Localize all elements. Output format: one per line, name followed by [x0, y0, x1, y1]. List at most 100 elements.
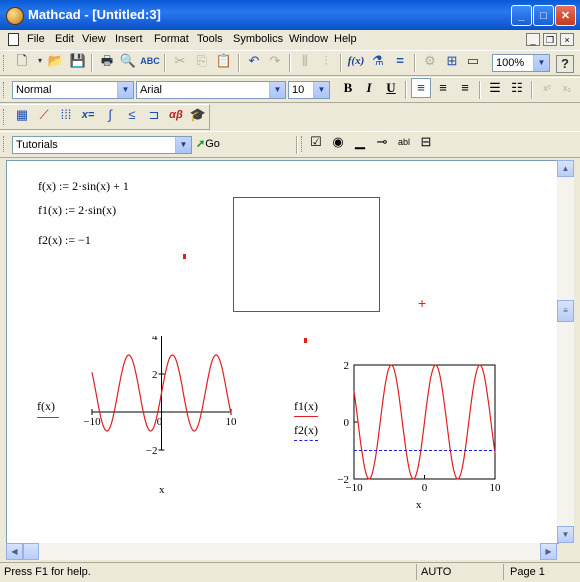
calculus-toolbar-icon[interactable]: ∫: [100, 105, 120, 125]
menu-window[interactable]: Window: [289, 33, 328, 45]
scroll-right-icon[interactable]: ▶: [540, 543, 557, 560]
menu-tools[interactable]: Tools: [197, 33, 223, 45]
menu-insert[interactable]: Insert: [115, 33, 143, 45]
redo-icon[interactable]: ↷: [265, 51, 285, 71]
document-icon[interactable]: [8, 33, 19, 46]
matrix-toolbar-icon[interactable]: ⁞⁞⁞: [56, 105, 76, 125]
menu-help[interactable]: Help: [334, 33, 357, 45]
listbox-control-icon[interactable]: ⊟: [416, 132, 436, 152]
textbox-control-icon[interactable]: abl: [394, 132, 414, 152]
bold-icon[interactable]: B: [338, 78, 358, 98]
cut-icon[interactable]: ✂: [170, 51, 190, 71]
slider-control-icon[interactable]: ⊸: [372, 132, 392, 152]
plot2-x-label[interactable]: x: [416, 499, 422, 511]
calculate-icon[interactable]: =: [390, 51, 410, 71]
bullets-icon[interactable]: ☰: [485, 78, 505, 98]
superscript-icon[interactable]: x²: [537, 78, 557, 98]
equation-f2[interactable]: f2(x) := −1: [38, 233, 91, 248]
chevron-down-icon[interactable]: ▼: [175, 137, 191, 153]
radio-control-icon[interactable]: ◉: [328, 132, 348, 152]
zoom-select[interactable]: 100% ▼: [492, 54, 550, 72]
chevron-down-icon[interactable]: ▼: [533, 55, 549, 71]
align-across-icon[interactable]: ⫼: [295, 51, 315, 71]
equation-f1[interactable]: f1(x) := 2·sin(x): [38, 203, 116, 218]
toolbar-grip[interactable]: [301, 136, 305, 152]
checkbox-control-icon[interactable]: ☑: [306, 132, 326, 152]
minimize-button[interactable]: _: [511, 5, 532, 26]
print-preview-icon[interactable]: 🔍: [118, 51, 138, 71]
insert-function-icon[interactable]: f(x): [346, 51, 366, 71]
pushbutton-control-icon[interactable]: ▁: [350, 132, 370, 152]
underline-icon[interactable]: U: [381, 78, 401, 98]
subscript-icon[interactable]: x₂: [557, 78, 577, 98]
scroll-down-icon[interactable]: ▼: [557, 526, 574, 543]
resource-center-icon[interactable]: ⊞: [442, 51, 462, 71]
scroll-up-icon[interactable]: ▲: [557, 160, 574, 177]
spellcheck-icon[interactable]: ABC: [140, 51, 160, 71]
copy-icon[interactable]: ⎘: [192, 51, 212, 71]
mdi-minimize-button[interactable]: _: [526, 33, 540, 46]
italic-icon[interactable]: I: [359, 78, 379, 98]
font-select[interactable]: Arial ▼: [136, 81, 286, 99]
mdi-close-button[interactable]: ×: [560, 33, 574, 46]
close-button[interactable]: ✕: [555, 5, 576, 26]
align-center-icon[interactable]: ≡: [433, 78, 453, 98]
plot2-trace1-label[interactable]: f1(x): [294, 399, 318, 414]
plot-f1-f2[interactable]: 20−2−10 0 10: [307, 351, 507, 501]
undo-icon[interactable]: ↶: [244, 51, 264, 71]
scroll-left-icon[interactable]: ◀: [6, 543, 23, 560]
go-button[interactable]: ➚Go: [196, 137, 220, 150]
menu-edit[interactable]: Edit: [55, 33, 74, 45]
vertical-scroll-thumb[interactable]: ≡: [557, 300, 574, 322]
boolean-toolbar-icon[interactable]: ≤: [122, 105, 142, 125]
vertical-scrollbar[interactable]: ▲ ≡ ▼: [557, 160, 574, 543]
graph-toolbar-icon[interactable]: ⟋: [34, 105, 54, 125]
toolbar-grip[interactable]: [3, 82, 7, 98]
placeholder-marker[interactable]: [304, 338, 307, 343]
placeholder-marker[interactable]: [183, 254, 186, 259]
chevron-down-icon[interactable]: ▼: [117, 82, 133, 98]
component-icon[interactable]: ⚙: [420, 51, 440, 71]
align-left-icon[interactable]: ≡: [411, 78, 431, 98]
window-icon[interactable]: ▭: [463, 51, 483, 71]
chevron-down-icon[interactable]: ▼: [269, 82, 285, 98]
plot1-x-label[interactable]: x: [159, 484, 165, 496]
evaluation-toolbar-icon[interactable]: x=: [78, 105, 98, 125]
open-icon[interactable]: 📂: [46, 51, 66, 71]
paste-icon[interactable]: 📋: [214, 51, 234, 71]
resources-select[interactable]: Tutorials ▼: [12, 136, 192, 154]
plot1-trace-label[interactable]: f(x): [37, 399, 55, 414]
toolbar-grip[interactable]: [3, 136, 7, 152]
save-icon[interactable]: 💾: [68, 51, 88, 71]
style-select[interactable]: Normal ▼: [12, 81, 134, 99]
mdi-restore-button[interactable]: ❐: [543, 33, 557, 46]
font-size-select[interactable]: 10 ▼: [288, 81, 330, 99]
empty-region-box[interactable]: [233, 197, 380, 312]
numbering-icon[interactable]: ☷: [507, 78, 527, 98]
chevron-down-icon[interactable]: ▼: [313, 82, 329, 98]
greek-toolbar-icon[interactable]: αβ: [166, 105, 186, 125]
calculator-toolbar-icon[interactable]: ▦: [12, 105, 32, 125]
plot-f[interactable]: 4 2 −2 −10 0 10: [7, 336, 247, 496]
align-right-icon[interactable]: ≡: [455, 78, 475, 98]
mathcad-app-icon[interactable]: [6, 7, 24, 25]
horizontal-scrollbar[interactable]: ◀ ▶: [6, 543, 557, 560]
menu-format[interactable]: Format: [154, 33, 189, 45]
programming-toolbar-icon[interactable]: ⊐: [144, 105, 164, 125]
menu-view[interactable]: View: [82, 33, 106, 45]
plot2-trace2-label[interactable]: f2(x): [294, 423, 318, 438]
print-icon[interactable]: 🖶: [97, 51, 117, 71]
help-icon[interactable]: ?: [556, 55, 574, 73]
toolbar-grip[interactable]: [3, 109, 7, 125]
insert-unit-icon[interactable]: ⚗: [368, 51, 388, 71]
toolbar-grip[interactable]: [3, 55, 7, 71]
new-icon[interactable]: 🗋: [12, 51, 32, 71]
symbolic-toolbar-icon[interactable]: 🎓: [188, 105, 208, 125]
align-down-icon[interactable]: ⫶: [316, 51, 336, 71]
worksheet[interactable]: f(x) := 2·sin(x) + 1 f1(x) := 2·sin(x) f…: [6, 160, 559, 544]
equation-f[interactable]: f(x) := 2·sin(x) + 1: [38, 179, 129, 194]
menu-symbolics[interactable]: Symbolics: [233, 33, 283, 45]
horizontal-scroll-thumb[interactable]: [23, 543, 39, 560]
maximize-button[interactable]: □: [533, 5, 554, 26]
menu-file[interactable]: File: [27, 33, 45, 45]
